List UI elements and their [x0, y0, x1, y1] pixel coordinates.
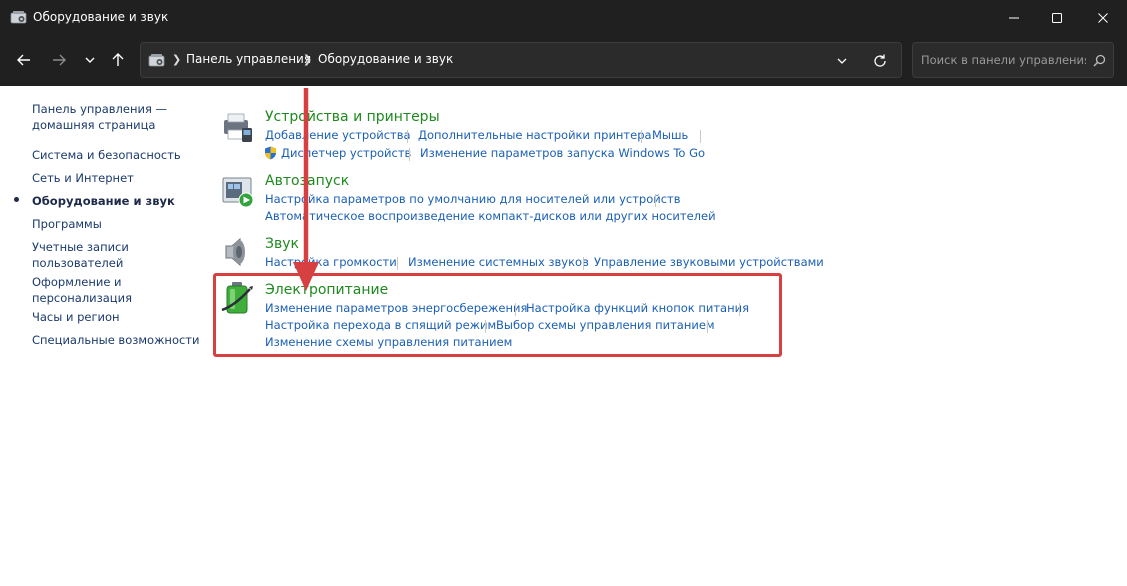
- category-autoplay[interactable]: Автозапуск: [265, 173, 349, 189]
- sidebar-item-appearance[interactable]: Оформление и персонализация: [32, 274, 132, 306]
- navigation-bar: ❯ Панель управления ❯ Оборудование и зву…: [0, 36, 1127, 86]
- chevron-down-icon: [85, 57, 95, 63]
- address-bar[interactable]: ❯ Панель управления ❯ Оборудование и зву…: [140, 42, 902, 78]
- autoplay-icon[interactable]: [220, 174, 256, 210]
- breadcrumb-control-panel[interactable]: Панель управления: [186, 52, 311, 66]
- link-autoplay-cd[interactable]: Автоматическое воспроизведение компакт-д…: [265, 209, 716, 223]
- arrow-right-icon: [53, 54, 66, 66]
- control-panel-icon: [10, 11, 27, 24]
- close-icon: [1098, 13, 1108, 23]
- sidebar-item-network-internet[interactable]: Сеть и Интернет: [32, 170, 134, 186]
- link-manage-audio-devices[interactable]: Управление звуковыми устройствами: [594, 255, 824, 269]
- current-item-indicator: [14, 197, 19, 202]
- sidebar-item-label: Панель управления — домашняя страница: [32, 102, 168, 132]
- link-separator: [397, 257, 398, 270]
- chevron-right-icon[interactable]: ❯: [172, 53, 181, 66]
- category-devices-printers[interactable]: Устройства и принтеры: [265, 109, 440, 125]
- annotation-highlight-box: [213, 273, 782, 357]
- sidebar-item-programs[interactable]: Программы: [32, 216, 102, 232]
- link-separator: [409, 148, 410, 161]
- sidebar-item-hardware-sound[interactable]: Оборудование и звук: [32, 193, 175, 209]
- arrow-up-icon: [112, 53, 124, 66]
- chevron-down-icon[interactable]: [835, 54, 849, 68]
- forward-button[interactable]: [47, 48, 71, 72]
- arrow-left-icon: [17, 54, 30, 66]
- link-adjust-volume[interactable]: Настройка громкости: [265, 255, 397, 269]
- search-box: [912, 42, 1114, 78]
- link-windows-to-go[interactable]: Изменение параметров запуска Windows To …: [420, 146, 705, 160]
- search-input[interactable]: [921, 51, 1086, 69]
- main-content: Панель управления — домашняя страница Си…: [0, 86, 1127, 586]
- up-button[interactable]: [106, 48, 130, 72]
- link-add-device[interactable]: Добавление устройства: [265, 128, 411, 142]
- link-device-manager[interactable]: Диспетчер устройств: [281, 146, 411, 160]
- link-separator: [583, 257, 584, 270]
- link-printer-settings[interactable]: Дополнительные настройки принтера: [418, 128, 652, 142]
- control-panel-icon: [148, 54, 165, 67]
- maximize-button[interactable]: [1034, 0, 1080, 36]
- link-autoplay-defaults[interactable]: Настройка параметров по умолчанию для но…: [265, 192, 681, 206]
- sidebar-item-ease-of-access[interactable]: Специальные возможности: [32, 332, 199, 348]
- link-system-sounds[interactable]: Изменение системных звуков: [408, 255, 589, 269]
- uac-shield-icon: [265, 146, 276, 160]
- sidebar-item-control-panel-home[interactable]: Панель управления — домашняя страница: [32, 101, 167, 133]
- link-separator: [407, 130, 408, 143]
- sidebar-item-system-security[interactable]: Система и безопасность: [32, 147, 181, 163]
- link-mouse[interactable]: Мышь: [652, 128, 688, 142]
- refresh-icon[interactable]: [872, 53, 888, 69]
- chevron-right-icon[interactable]: ❯: [303, 53, 312, 66]
- speaker-icon[interactable]: [220, 234, 256, 270]
- devices-printers-icon[interactable]: [220, 110, 256, 146]
- close-button[interactable]: [1080, 0, 1126, 36]
- link-separator: [655, 194, 656, 207]
- category-sound[interactable]: Звук: [265, 236, 299, 252]
- minimize-icon: [1009, 17, 1019, 19]
- sidebar-item-user-accounts[interactable]: Учетные записи пользователей: [32, 239, 129, 271]
- breadcrumb-hardware-sound[interactable]: Оборудование и звук: [318, 52, 453, 66]
- minimize-button[interactable]: [991, 0, 1037, 36]
- title-bar: Оборудование и звук: [0, 0, 1127, 36]
- window-title: Оборудование и звук: [33, 10, 169, 24]
- search-icon[interactable]: [1093, 54, 1106, 67]
- maximize-icon: [1052, 13, 1062, 23]
- recent-locations-button[interactable]: [78, 48, 102, 72]
- sidebar-item-clock-region[interactable]: Часы и регион: [32, 309, 120, 325]
- link-separator: [700, 130, 701, 143]
- back-button[interactable]: [12, 48, 36, 72]
- link-separator: [641, 130, 642, 143]
